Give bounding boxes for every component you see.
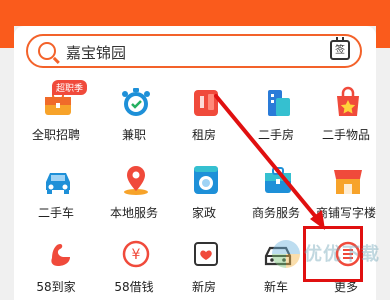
watermark-text: 优优下载 [304, 244, 380, 265]
watermark-logo-icon [272, 240, 300, 268]
watermark: 优优下载 [270, 232, 390, 282]
